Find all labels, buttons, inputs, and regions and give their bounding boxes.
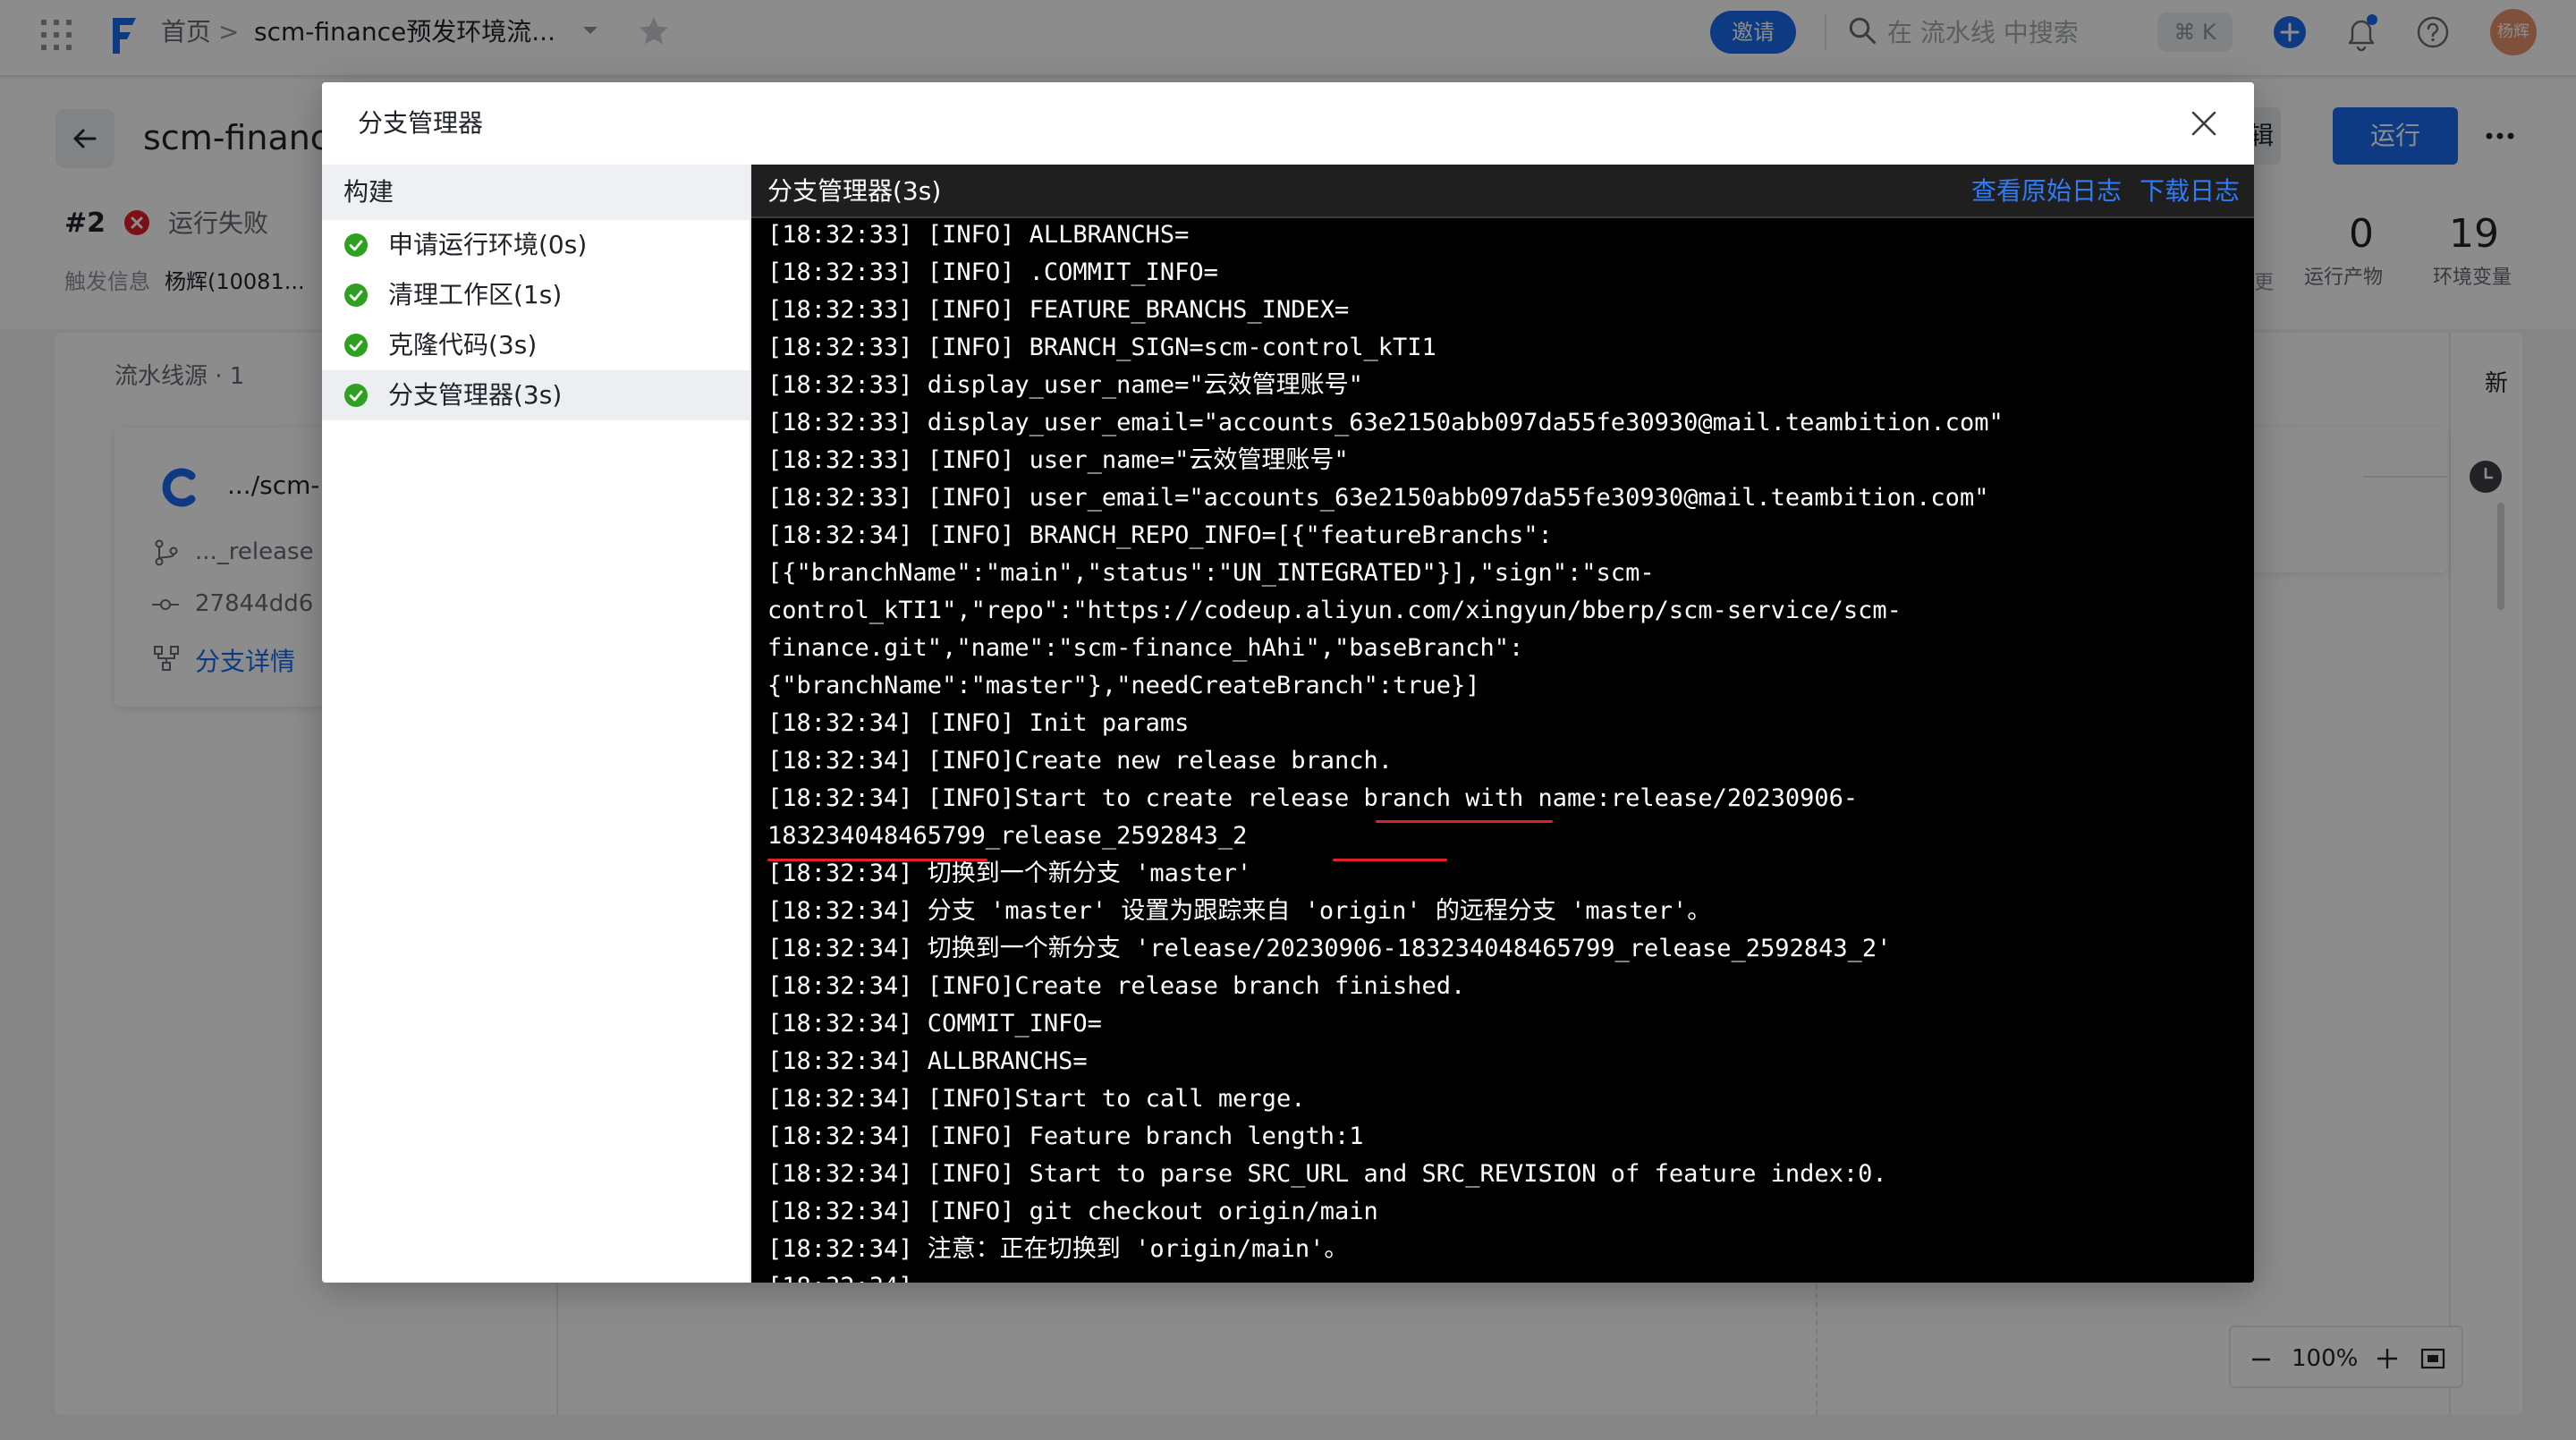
log-line: [18:32:34] [INFO] git checkout origin/ma…	[767, 1198, 1378, 1225]
log-line: [18:32:33] [INFO] user_email="accounts_6…	[767, 484, 1989, 512]
success-check-icon	[344, 334, 368, 357]
log-line: [18:32:34] COMMIT_INFO=	[767, 1010, 1102, 1038]
highlight-underline	[767, 859, 987, 861]
success-check-icon	[344, 384, 368, 407]
log-title: 分支管理器(3s)	[767, 176, 942, 206]
download-log-link[interactable]: 下载日志	[2140, 175, 2240, 208]
branch-manager-modal: 分支管理器 构建 申请运行环境(0s) 清理工作区(1s) 克隆代码(3s) 分…	[322, 82, 2254, 1283]
log-line: [18:32:33] display_user_email="accounts_…	[767, 409, 2004, 436]
log-line: control_kTI1","repo":"https://codeup.ali…	[767, 597, 1902, 624]
build-steps-sidebar: 构建 申请运行环境(0s) 清理工作区(1s) 克隆代码(3s) 分支管理器(3…	[322, 165, 751, 1283]
log-panel: 分支管理器(3s) 查看原始日志 下载日志 [18:32:33] [INFO] …	[751, 165, 2254, 1283]
log-output[interactable]: [18:32:33] [INFO] ALLBRANCHS= [18:32:33] …	[751, 220, 2254, 1283]
step-item[interactable]: 申请运行环境(0s)	[322, 220, 750, 270]
log-line: [18:32:34] [INFO] Init params	[767, 709, 1190, 737]
sidebar-header-label: 构建	[343, 177, 394, 207]
log-line: [18:32:33] [INFO] .COMMIT_INFO=	[767, 258, 1218, 286]
log-line: [18:32:33] display_user_name="云效管理账号"	[767, 371, 1363, 399]
log-line: [18:32:34]	[767, 1268, 2243, 1283]
log-line: [18:32:34] [INFO]Create new release bran…	[767, 747, 1393, 775]
close-icon[interactable]	[2186, 106, 2222, 141]
step-item-selected[interactable]: 分支管理器(3s)	[322, 370, 750, 420]
log-line: [18:32:34] [INFO] BRANCH_REPO_INFO=[{"fe…	[767, 521, 1553, 549]
step-item[interactable]: 清理工作区(1s)	[322, 270, 750, 320]
log-line: [18:32:33] [INFO] ALLBRANCHS=	[767, 221, 1190, 249]
log-line: [{"branchName":"main","status":"UN_INTEG…	[767, 559, 1655, 587]
log-line: [18:32:33] [INFO] FEATURE_BRANCHS_INDEX=	[767, 296, 1350, 324]
step-item[interactable]: 克隆代码(3s)	[322, 320, 750, 370]
log-line: [18:32:34] ALLBRANCHS=	[767, 1047, 1088, 1075]
log-lines: [18:32:33] [INFO] ALLBRANCHS= [18:32:33] …	[767, 220, 2243, 1283]
log-line: [18:32:34] [INFO] Start to parse SRC_URL…	[767, 1160, 1887, 1188]
highlight-underline	[1376, 820, 1553, 823]
step-label: 清理工作区(1s)	[388, 280, 563, 309]
highlight-underline	[1333, 859, 1447, 861]
log-line: [18:32:34] [INFO] Feature branch length:…	[767, 1122, 1364, 1150]
step-list: 申请运行环境(0s) 清理工作区(1s) 克隆代码(3s) 分支管理器(3s)	[322, 220, 750, 420]
log-line: [18:32:33] [INFO] user_name="云效管理账号"	[767, 446, 1349, 474]
step-label: 克隆代码(3s)	[388, 330, 538, 360]
log-line: finance.git","name":"scm-finance_hAhi","…	[767, 634, 1524, 662]
log-line: [18:32:34] [INFO]Create release branch f…	[767, 972, 1466, 1000]
log-header: 分支管理器(3s) 查看原始日志 下载日志	[751, 165, 2254, 218]
log-line: {"branchName":"master"},"needCreateBranc…	[767, 672, 1480, 699]
log-line: [18:32:34] 切换到一个新分支 'master'	[767, 860, 1252, 887]
modal-header: 分支管理器	[322, 82, 2254, 165]
log-line: [18:32:34] 注意：正在切换到 'origin/main'。	[767, 1235, 1349, 1263]
step-label: 分支管理器(3s)	[388, 380, 563, 410]
log-line: [18:32:34] [INFO]Start to create release…	[767, 784, 1859, 812]
log-actions: 查看原始日志 下载日志	[1971, 175, 2240, 208]
log-line: 183234048465799_release_2592843_2	[767, 822, 1248, 850]
log-line: [18:32:34] [INFO]Start to call merge.	[767, 1085, 1306, 1113]
success-check-icon	[344, 233, 368, 257]
step-label: 申请运行环境(0s)	[388, 230, 588, 259]
modal-title: 分支管理器	[358, 108, 484, 138]
success-check-icon	[344, 284, 368, 307]
sidebar-header: 构建	[322, 165, 750, 220]
log-line: [18:32:34] 切换到一个新分支 'release/20230906-18…	[767, 935, 1892, 962]
log-line: [18:32:33] [INFO] BRANCH_SIGN=scm-contro…	[767, 334, 1436, 361]
view-raw-log-link[interactable]: 查看原始日志	[1971, 175, 2122, 208]
log-line: [18:32:34] 分支 'master' 设置为跟踪来自 'origin' …	[767, 897, 1712, 925]
